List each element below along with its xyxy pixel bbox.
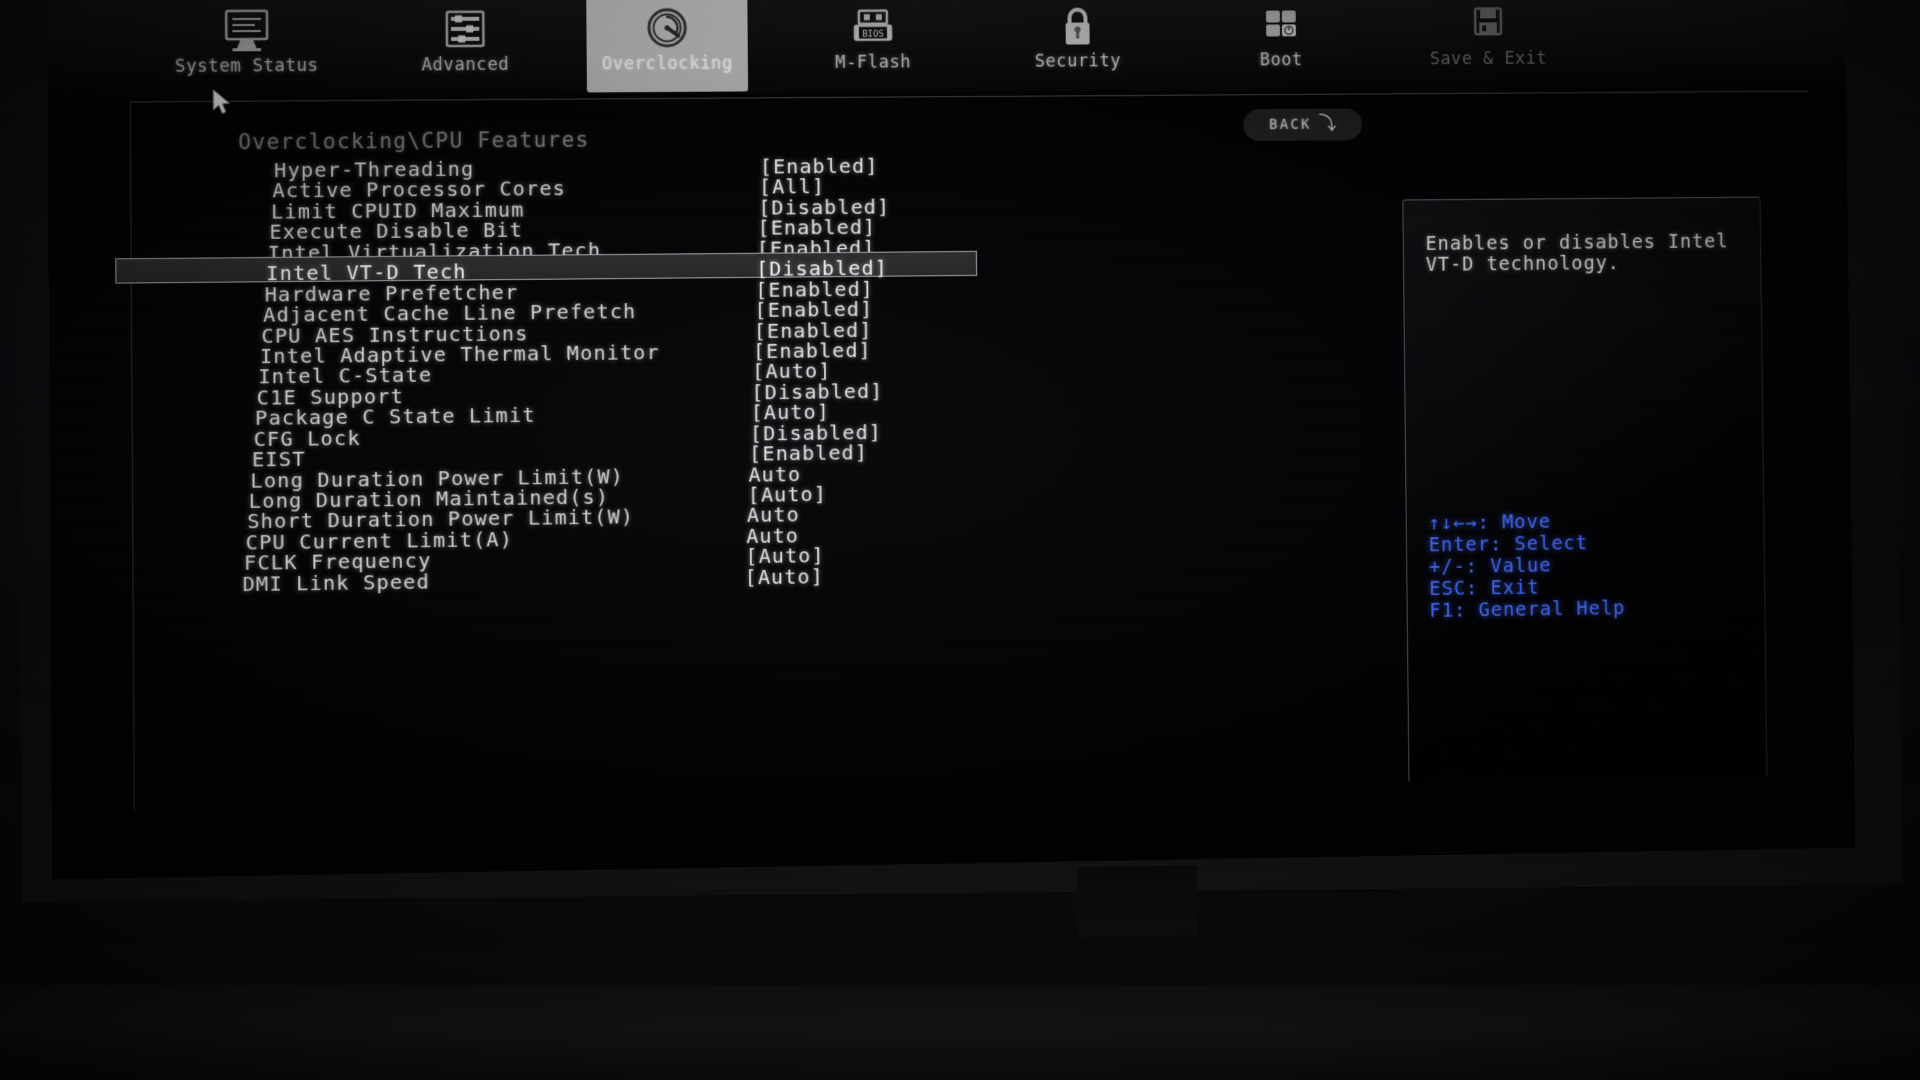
setting-label: DMI Link Speed xyxy=(242,569,430,596)
back-button-label: BACK xyxy=(1269,116,1312,133)
lock-icon xyxy=(1053,0,1101,52)
help-description: Enables or disables Intel VT-D technolog… xyxy=(1425,230,1729,276)
key-legend-item: ESC: Exit xyxy=(1429,576,1540,600)
monitor-stand xyxy=(1076,865,1199,938)
key-legend-item: +/-: Value xyxy=(1428,554,1552,579)
photograph-of-monitor: nQe System Status xyxy=(0,0,1920,1080)
svg-text:BIOS: BIOS xyxy=(862,30,884,40)
usb-bios-icon: BIOS xyxy=(845,1,902,53)
tab-advanced[interactable]: Advanced xyxy=(384,0,547,94)
tab-overclocking[interactable]: Overclocking xyxy=(586,0,749,93)
tab-label: Security xyxy=(1034,51,1122,72)
settings-list: Hyper-Threading [Enabled] Active Processor… xyxy=(115,150,1322,596)
tab-label: M-Flash xyxy=(835,52,912,73)
screen-perspective-wrapper: System Status Advanced Overclocking BIOS… xyxy=(47,0,1856,889)
boot-grid-icon xyxy=(1257,0,1305,50)
mouse-cursor-icon xyxy=(211,89,234,117)
bios-content-panel: Overclocking\CPU Features BACK ⤵ Hyper-T… xyxy=(115,90,1817,812)
tab-label: Boot xyxy=(1259,50,1303,71)
bios-screen: System Status Advanced Overclocking BIOS… xyxy=(47,0,1856,880)
tab-boot[interactable]: Boot xyxy=(1201,0,1360,89)
desk-surface xyxy=(0,985,1920,1080)
key-legend-item: Enter: Select xyxy=(1428,532,1589,557)
key-legend: ↑↓←→: Move Enter: Select +/-: Value ESC: Ex… xyxy=(1428,510,1625,622)
tab-label: Advanced xyxy=(421,54,510,76)
key-legend-item: F1: General Help xyxy=(1429,597,1626,622)
tab-save-and-exit[interactable]: Save & Exit xyxy=(1409,0,1567,87)
back-button[interactable]: BACK ⤵ xyxy=(1243,108,1363,142)
tab-m-flash[interactable]: BIOS M-Flash xyxy=(792,0,953,91)
floppy-save-icon xyxy=(1464,0,1512,49)
tab-label: System Status xyxy=(174,55,319,77)
tab-system-status[interactable]: System Status xyxy=(165,0,329,95)
help-panel: Enables or disables Intel VT-D technolog… xyxy=(1402,196,1768,782)
return-arrow-icon: ⤵ xyxy=(1318,113,1337,135)
bios-top-navigation: System Status Advanced Overclocking BIOS… xyxy=(47,0,1846,98)
tab-label: Overclocking xyxy=(601,53,733,75)
tab-label: Save & Exit xyxy=(1429,48,1548,70)
breadcrumb: Overclocking\CPU Features xyxy=(238,127,590,155)
sliders-icon xyxy=(441,3,490,56)
gauge-icon xyxy=(642,2,693,54)
tab-security[interactable]: Security xyxy=(998,0,1158,90)
key-legend-item: ↑↓←→: Move xyxy=(1428,510,1552,535)
setting-value[interactable]: [Auto] xyxy=(745,564,825,589)
monitor-icon xyxy=(220,4,273,57)
